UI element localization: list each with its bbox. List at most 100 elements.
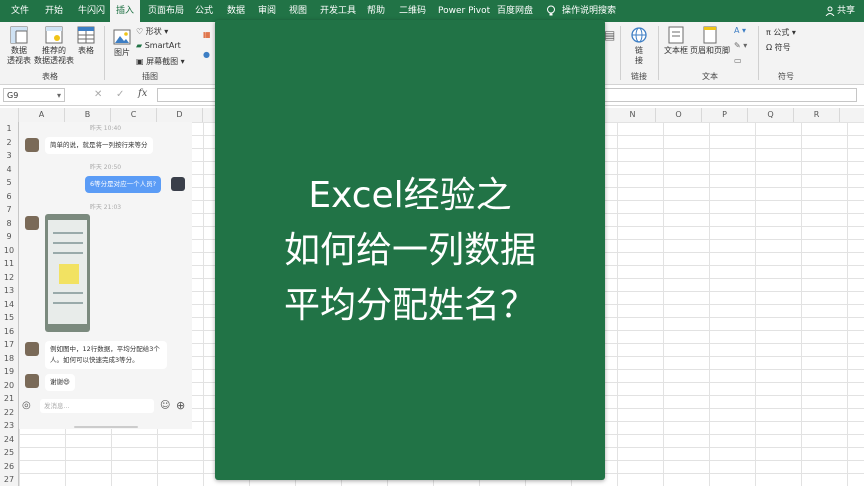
row-header[interactable]: 9 — [0, 230, 18, 243]
name-box-value: G9 — [7, 91, 19, 100]
cancel-icon[interactable]: ✕ — [94, 89, 102, 100]
object-icon[interactable]: ▭ — [734, 56, 742, 65]
ribbon-divider — [620, 26, 621, 80]
tab-help[interactable]: 帮助 — [367, 0, 385, 22]
enter-icon[interactable]: ✓ — [116, 89, 124, 100]
row-header[interactable]: 8 — [0, 217, 18, 230]
shared-photo[interactable] — [45, 214, 90, 332]
column-header[interactable]: B — [65, 108, 111, 122]
row-header[interactable]: 4 — [0, 163, 18, 176]
bing-maps-icon[interactable]: ● — [203, 50, 210, 59]
card-title-line-1: Excel经验之 — [308, 175, 512, 216]
symbol-button[interactable]: Ω 符号 — [766, 42, 791, 53]
row-header[interactable]: 27 — [0, 473, 18, 486]
table-button[interactable]: 表格 — [75, 26, 97, 56]
row-header[interactable]: 20 — [0, 379, 18, 392]
column-header[interactable]: Q — [748, 108, 794, 122]
row-header[interactable]: 16 — [0, 325, 18, 338]
name-box[interactable]: G9 ▾ — [3, 88, 65, 102]
omega-icon: Ω — [766, 43, 773, 52]
pivottable-label: 数据 透视表 — [7, 46, 31, 65]
select-all-corner[interactable] — [0, 108, 19, 122]
tab-formulas[interactable]: 公式 — [195, 0, 213, 22]
pictures-label: 图片 — [114, 48, 130, 57]
home-indicator — [74, 426, 138, 428]
row-header[interactable]: 5 — [0, 176, 18, 189]
row-header[interactable]: 23 — [0, 419, 18, 432]
tell-me-search[interactable]: 操作说明搜索 — [562, 0, 616, 22]
shapes-button[interactable]: ♡ 形状 ▾ — [136, 26, 168, 37]
plus-icon[interactable]: ⊕ — [176, 399, 185, 412]
row-header[interactable]: 19 — [0, 365, 18, 378]
wordart-icon[interactable]: A ▾ — [734, 26, 746, 35]
tab-data[interactable]: 数据 — [227, 0, 245, 22]
tab-file[interactable]: 文件 — [11, 0, 29, 22]
message-input[interactable]: 发消息... — [40, 399, 154, 413]
group-label-text: 文本 — [702, 72, 718, 81]
picture-icon — [113, 29, 131, 45]
share-button[interactable]: 共享 — [837, 0, 855, 22]
tab-developer[interactable]: 开发工具 — [320, 0, 356, 22]
row-header[interactable]: 26 — [0, 460, 18, 473]
insert-function-icon[interactable]: fx — [138, 88, 147, 99]
column-header[interactable]: D — [157, 108, 203, 122]
chevron-down-icon[interactable]: ▾ — [57, 89, 61, 103]
sparkline-icon[interactable]: ▤ — [604, 28, 615, 42]
signature-line-icon[interactable]: ✎ ▾ — [734, 41, 747, 50]
group-label-illustrations: 插图 — [142, 72, 158, 81]
smartart-icon: ▰ — [136, 41, 143, 50]
row-header[interactable]: 6 — [0, 190, 18, 203]
textbox-button[interactable]: 文本框 — [662, 26, 690, 56]
smartart-button[interactable]: ▰ SmartArt — [136, 41, 181, 50]
row-header[interactable]: 12 — [0, 271, 18, 284]
row-header[interactable]: 7 — [0, 203, 18, 216]
header-footer-button[interactable]: 页眉和页脚 — [690, 26, 730, 56]
addins-icon[interactable]: ▦ — [203, 30, 211, 39]
tab-view[interactable]: 视图 — [289, 0, 307, 22]
tab-qrcode[interactable]: 二维码 — [399, 0, 426, 22]
row-header[interactable]: 17 — [0, 338, 18, 351]
pictures-button[interactable]: 图片 — [110, 28, 134, 58]
tab-page-layout[interactable]: 页面布局 — [148, 0, 184, 22]
column-header[interactable]: N — [610, 108, 656, 122]
voice-icon[interactable]: ◎ — [22, 400, 31, 411]
tab-insert[interactable]: 插入 — [110, 0, 141, 22]
column-header[interactable]: A — [19, 108, 65, 122]
chat-timestamp: 昨天 10:40 — [89, 125, 122, 132]
row-header[interactable]: 22 — [0, 406, 18, 419]
link-button[interactable]: 链 接 — [626, 26, 652, 66]
row-header[interactable]: 15 — [0, 311, 18, 324]
tab-home[interactable]: 开始 — [45, 0, 63, 22]
column-header[interactable]: O — [656, 108, 702, 122]
recommended-pivottable-button[interactable]: 推荐的 数据透视表 — [34, 26, 74, 66]
row-header[interactable]: 3 — [0, 149, 18, 162]
column-header[interactable]: C — [111, 108, 157, 122]
row-header[interactable]: 25 — [0, 446, 18, 459]
photo-row — [53, 292, 83, 294]
pivottable-button[interactable]: 数据 透视表 — [6, 26, 32, 66]
equation-label: 公式 — [773, 28, 790, 37]
avatar — [25, 342, 39, 356]
avatar — [25, 138, 39, 152]
tab-niushanshan[interactable]: 牛闪闪 — [78, 0, 105, 22]
row-header[interactable]: 1 — [0, 122, 18, 135]
tab-review[interactable]: 审阅 — [258, 0, 276, 22]
row-header[interactable]: 18 — [0, 352, 18, 365]
column-header[interactable]: P — [702, 108, 748, 122]
ribbon-tab-bar: 文件 开始 牛闪闪 插入 页面布局 公式 数据 审阅 视图 开发工具 帮助 二维… — [0, 0, 864, 22]
row-header[interactable]: 2 — [0, 136, 18, 149]
row-header[interactable]: 10 — [0, 244, 18, 257]
screenshot-button[interactable]: ▣ 屏幕截图 ▾ — [136, 56, 185, 67]
row-header[interactable]: 11 — [0, 257, 18, 270]
column-header[interactable]: R — [794, 108, 840, 122]
ribbon-divider — [758, 26, 759, 80]
row-header[interactable]: 24 — [0, 433, 18, 446]
emoji-icon[interactable]: ☺ — [160, 400, 170, 411]
row-header[interactable]: 14 — [0, 298, 18, 311]
tab-power-pivot[interactable]: Power Pivot — [438, 0, 490, 22]
tab-baidu-netdisk[interactable]: 百度网盘 — [497, 0, 533, 22]
chat-message: 简单的说，就是将一列按行来等分 — [45, 137, 153, 154]
row-header[interactable]: 13 — [0, 284, 18, 297]
equation-button[interactable]: π 公式 ▾ — [766, 27, 796, 38]
row-header[interactable]: 21 — [0, 392, 18, 405]
